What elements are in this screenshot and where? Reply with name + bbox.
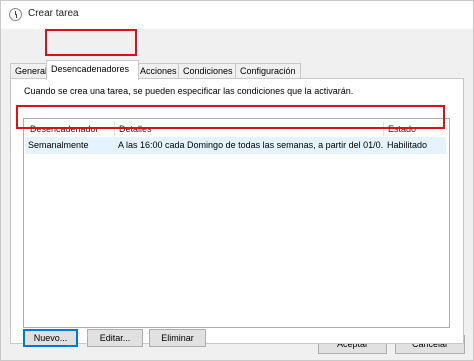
window-title: Crear tarea — [28, 8, 79, 19]
column-header-status[interactable]: Estado — [384, 122, 446, 136]
status-cell: Habilitado — [387, 140, 428, 150]
create-task-window: Crear tarea General Desencadenadores Acc… — [0, 0, 474, 361]
triggers-panel: Cuando se crea una tarea, se pueden espe… — [10, 78, 464, 347]
triggers-description: Cuando se crea una tarea, se pueden espe… — [24, 86, 354, 96]
details-cell: A las 16:00 cada Domingo de todas las se… — [118, 140, 383, 150]
edit-trigger-button[interactable]: Editar... — [87, 329, 143, 347]
tab-triggers[interactable]: Desencadenadores — [46, 60, 139, 80]
dialog-client-area: General Desencadenadores Acciones Condic… — [1, 29, 473, 360]
tab-settings[interactable]: Configuración — [235, 63, 301, 79]
tab-actions[interactable]: Acciones — [135, 63, 182, 79]
tab-conditions[interactable]: Condiciones — [178, 63, 239, 79]
column-header-details[interactable]: Detalles — [115, 122, 383, 136]
triggers-list[interactable]: Desencadenador Detalles Estado Semanalme… — [23, 118, 450, 328]
clock-icon — [9, 8, 22, 21]
trigger-cell: Semanalmente — [28, 140, 89, 150]
table-row[interactable]: Semanalmente A las 16:00 cada Domingo de… — [25, 137, 446, 154]
title-bar[interactable]: Crear tarea — [1, 1, 473, 29]
delete-trigger-button[interactable]: Eliminar — [149, 329, 206, 347]
new-trigger-button[interactable]: Nuevo... — [23, 329, 78, 347]
tab-general[interactable]: General — [10, 63, 47, 79]
column-header-trigger[interactable]: Desencadenador — [26, 122, 114, 136]
